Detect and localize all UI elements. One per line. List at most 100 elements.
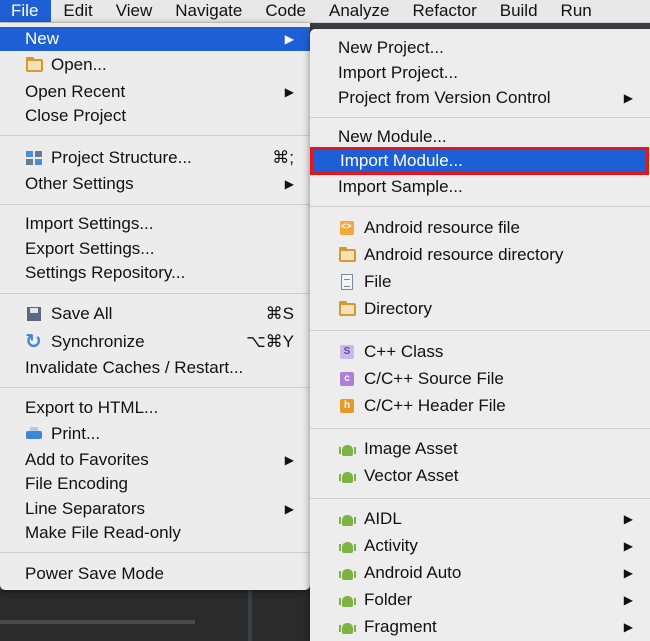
file-encoding-item[interactable]: File Encoding xyxy=(0,472,310,496)
fragment-item[interactable]: Fragment ▶ xyxy=(310,615,650,639)
file-add-favorites-item[interactable]: Add to Favorites ▶ xyxy=(0,448,310,472)
file-open-label: Open... xyxy=(51,55,107,74)
submenu-arrow-icon: ▶ xyxy=(284,85,294,99)
android-auto-label: Android Auto xyxy=(364,563,462,582)
editor-scrollbar[interactable] xyxy=(0,620,195,624)
fragment-label: Fragment xyxy=(364,617,437,636)
menu-code[interactable]: Code xyxy=(253,0,317,22)
file-other-settings-item[interactable]: Other Settings ▶ xyxy=(0,172,310,196)
file-add-favorites-label: Add to Favorites xyxy=(25,450,149,469)
file-print-label: Print... xyxy=(51,424,101,443)
save-icon xyxy=(25,305,45,323)
import-project-label: Import Project... xyxy=(338,63,458,82)
menu-run[interactable]: Run xyxy=(549,0,603,22)
file-menu: New ▶ Open... Open Recent ▶ Close Projec… xyxy=(0,23,310,590)
file-export-settings-label: Export Settings... xyxy=(25,239,155,258)
cpp-header-item[interactable]: C/C++ Header File xyxy=(310,394,650,418)
vector-asset-label: Vector Asset xyxy=(364,466,459,485)
menu-navigate[interactable]: Navigate xyxy=(163,0,253,22)
activity-item[interactable]: Activity ▶ xyxy=(310,534,650,558)
folder-icon xyxy=(338,246,358,264)
folder-icon xyxy=(338,300,358,318)
menu-file[interactable]: File xyxy=(0,0,52,22)
file-power-save-label: Power Save Mode xyxy=(25,564,164,583)
project-vcs-label: Project from Version Control xyxy=(338,88,551,107)
file-open-recent-item[interactable]: Open Recent ▶ xyxy=(0,80,310,104)
cpp-header-label: C/C++ Header File xyxy=(364,396,506,415)
cpp-source-item[interactable]: C/C++ Source File xyxy=(310,367,650,391)
menu-bar: File Edit View Navigate Code Analyze Ref… xyxy=(0,0,650,23)
menu-edit[interactable]: Edit xyxy=(51,0,103,22)
file-save-all-item[interactable]: Save All ⌘S xyxy=(0,302,310,326)
new-project-item[interactable]: New Project... xyxy=(310,36,650,60)
android-resource-file-item[interactable]: Android resource file xyxy=(310,216,650,240)
cpp-header-icon xyxy=(338,397,358,415)
print-icon xyxy=(25,425,45,443)
file-line-separators-item[interactable]: Line Separators ▶ xyxy=(0,497,310,521)
separator xyxy=(0,204,310,205)
menu-build[interactable]: Build xyxy=(488,0,549,22)
file-line-separators-label: Line Separators xyxy=(25,499,146,518)
submenu-arrow-icon: ▶ xyxy=(623,566,633,580)
android-resource-directory-item[interactable]: Android resource directory xyxy=(310,243,650,267)
menu-analyze[interactable]: Analyze xyxy=(317,0,400,22)
submenu-arrow-icon: ▶ xyxy=(623,91,633,105)
cpp-class-item[interactable]: C++ Class xyxy=(310,340,650,364)
android-resource-file-label: Android resource file xyxy=(364,218,520,237)
file-synchronize-item[interactable]: Synchronize ⌥⌘Y xyxy=(0,329,310,354)
import-project-item[interactable]: Import Project... xyxy=(310,61,650,85)
file-import-settings-item[interactable]: Import Settings... xyxy=(0,212,310,236)
android-auto-item[interactable]: Android Auto ▶ xyxy=(310,561,650,585)
file-invalidate-caches-item[interactable]: Invalidate Caches / Restart... xyxy=(0,356,310,380)
file-export-html-label: Export to HTML... xyxy=(25,398,159,417)
new-file-label: File xyxy=(364,272,392,291)
file-power-save-item[interactable]: Power Save Mode xyxy=(0,562,310,586)
new-module-item[interactable]: New Module... xyxy=(310,125,650,149)
file-settings-repository-item[interactable]: Settings Repository... xyxy=(0,261,310,285)
menu-view[interactable]: View xyxy=(104,0,164,22)
cpp-source-icon xyxy=(338,370,358,388)
submenu-arrow-icon: ▶ xyxy=(623,539,633,553)
file-new-item[interactable]: New ▶ xyxy=(0,27,310,51)
new-file-item[interactable]: File xyxy=(310,270,650,294)
file-open-item[interactable]: Open... xyxy=(0,53,310,77)
folder-label: Folder xyxy=(364,590,413,609)
file-make-read-only-item[interactable]: Make File Read-only xyxy=(0,521,310,545)
file-encoding-label: File Encoding xyxy=(25,474,129,493)
separator xyxy=(310,117,650,118)
image-asset-label: Image Asset xyxy=(364,439,458,458)
shortcut-label: ⌥⌘Y xyxy=(246,332,294,351)
file-export-html-item[interactable]: Export to HTML... xyxy=(0,396,310,420)
file-open-recent-label: Open Recent xyxy=(25,82,126,101)
shortcut-label: ⌘; xyxy=(272,148,294,167)
import-module-item[interactable]: Import Module... xyxy=(310,147,649,175)
project-vcs-item[interactable]: Project from Version Control ▶ xyxy=(310,86,650,110)
import-sample-label: Import Sample... xyxy=(338,177,463,196)
aidl-item[interactable]: AIDL ▶ xyxy=(310,507,650,531)
image-asset-item[interactable]: Image Asset xyxy=(310,437,650,461)
vector-asset-item[interactable]: Vector Asset xyxy=(310,464,650,488)
import-sample-item[interactable]: Import Sample... xyxy=(310,175,650,199)
submenu-arrow-icon: ▶ xyxy=(284,177,294,191)
cpp-class-icon xyxy=(338,343,358,361)
new-directory-item[interactable]: Directory xyxy=(310,297,650,321)
file-make-read-only-label: Make File Read-only xyxy=(25,523,181,542)
folder-item[interactable]: Folder ▶ xyxy=(310,588,650,612)
submenu-arrow-icon: ▶ xyxy=(623,512,633,526)
android-icon xyxy=(338,537,358,555)
submenu-arrow-icon: ▶ xyxy=(284,453,294,467)
activity-label: Activity xyxy=(364,536,418,555)
new-submenu: New Project... Import Project... Project… xyxy=(310,29,650,641)
file-project-structure-item[interactable]: Project Structure... ⌘; xyxy=(0,146,310,170)
cpp-source-label: C/C++ Source File xyxy=(364,369,504,388)
separator xyxy=(310,206,650,207)
cpp-class-label: C++ Class xyxy=(364,342,444,361)
menu-refactor[interactable]: Refactor xyxy=(400,0,487,22)
file-close-project-item[interactable]: Close Project xyxy=(0,104,310,128)
sync-icon xyxy=(25,329,45,354)
android-icon xyxy=(338,510,358,528)
file-export-settings-item[interactable]: Export Settings... xyxy=(0,237,310,261)
file-print-item[interactable]: Print... xyxy=(0,422,310,446)
aidl-label: AIDL xyxy=(364,509,402,528)
separator xyxy=(0,387,310,388)
